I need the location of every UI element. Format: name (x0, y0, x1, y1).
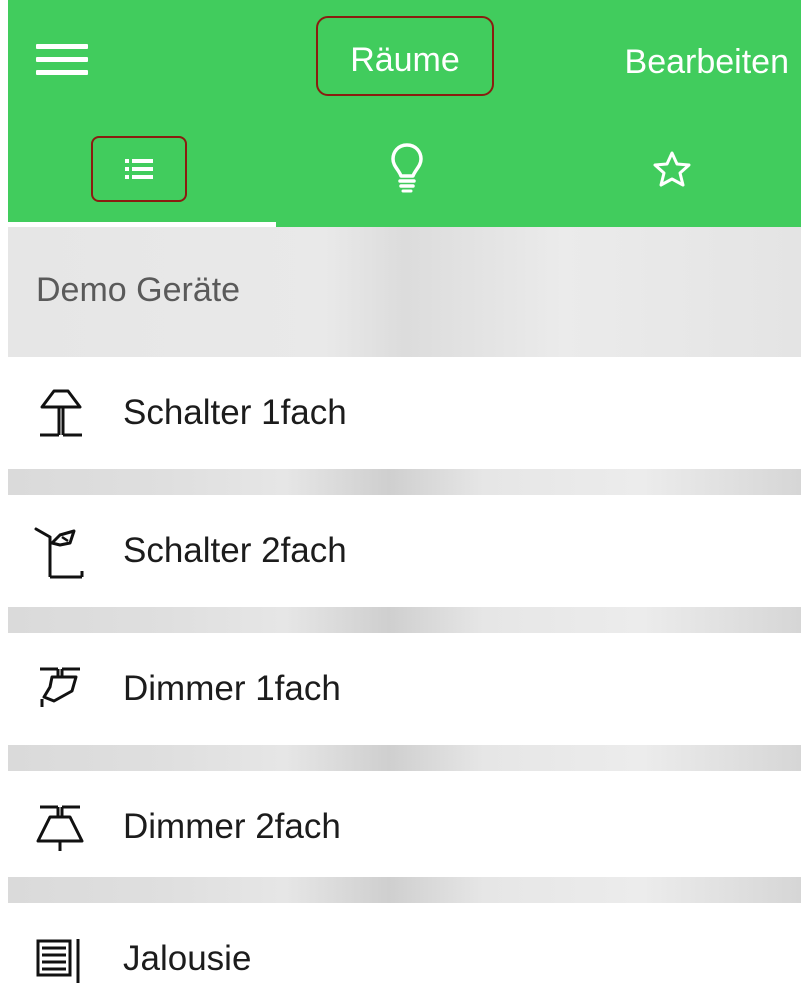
ceiling-spot-icon (40, 667, 80, 707)
device-row[interactable]: Schalter 1fach (8, 357, 801, 469)
edit-button[interactable]: Bearbeiten (625, 42, 789, 82)
desk-lamp-icon (34, 527, 84, 579)
app-screen: Räume Bearbeiten Demo Geräte Schalter 1f… (0, 0, 801, 989)
row-separator (8, 877, 801, 903)
row-separator (8, 607, 801, 633)
device-row[interactable]: Jalousie (8, 903, 801, 989)
blind-icon (36, 939, 80, 983)
menu-button[interactable] (34, 40, 92, 80)
device-row[interactable]: Dimmer 2fach (8, 771, 801, 883)
row-separator (8, 745, 801, 771)
section-title: Demo Geräte (36, 271, 241, 309)
lightbulb-icon (391, 143, 423, 193)
pendant-lamp-icon (36, 805, 84, 851)
device-label: Schalter 1fach (123, 393, 347, 432)
app-bar: Räume Bearbeiten (8, 0, 801, 227)
device-label: Schalter 2fach (123, 531, 347, 570)
screen-edge (0, 0, 8, 989)
list-icon (125, 159, 153, 179)
room-section-header: Demo Geräte (8, 227, 801, 357)
tab-favorites[interactable] (540, 128, 801, 227)
star-icon (653, 151, 691, 187)
floor-lamp-icon (40, 389, 82, 437)
device-row[interactable]: Schalter 2fach (8, 495, 801, 607)
device-label: Jalousie (123, 939, 252, 978)
tab-list[interactable] (8, 128, 276, 227)
page-title[interactable]: Räume (318, 40, 492, 80)
page-title-highlight: Räume (316, 16, 494, 96)
device-label: Dimmer 1fach (123, 669, 341, 708)
device-label: Dimmer 2fach (123, 807, 341, 846)
tab-lights[interactable] (276, 128, 540, 227)
row-separator (8, 469, 801, 495)
device-row[interactable]: Dimmer 1fach (8, 633, 801, 745)
